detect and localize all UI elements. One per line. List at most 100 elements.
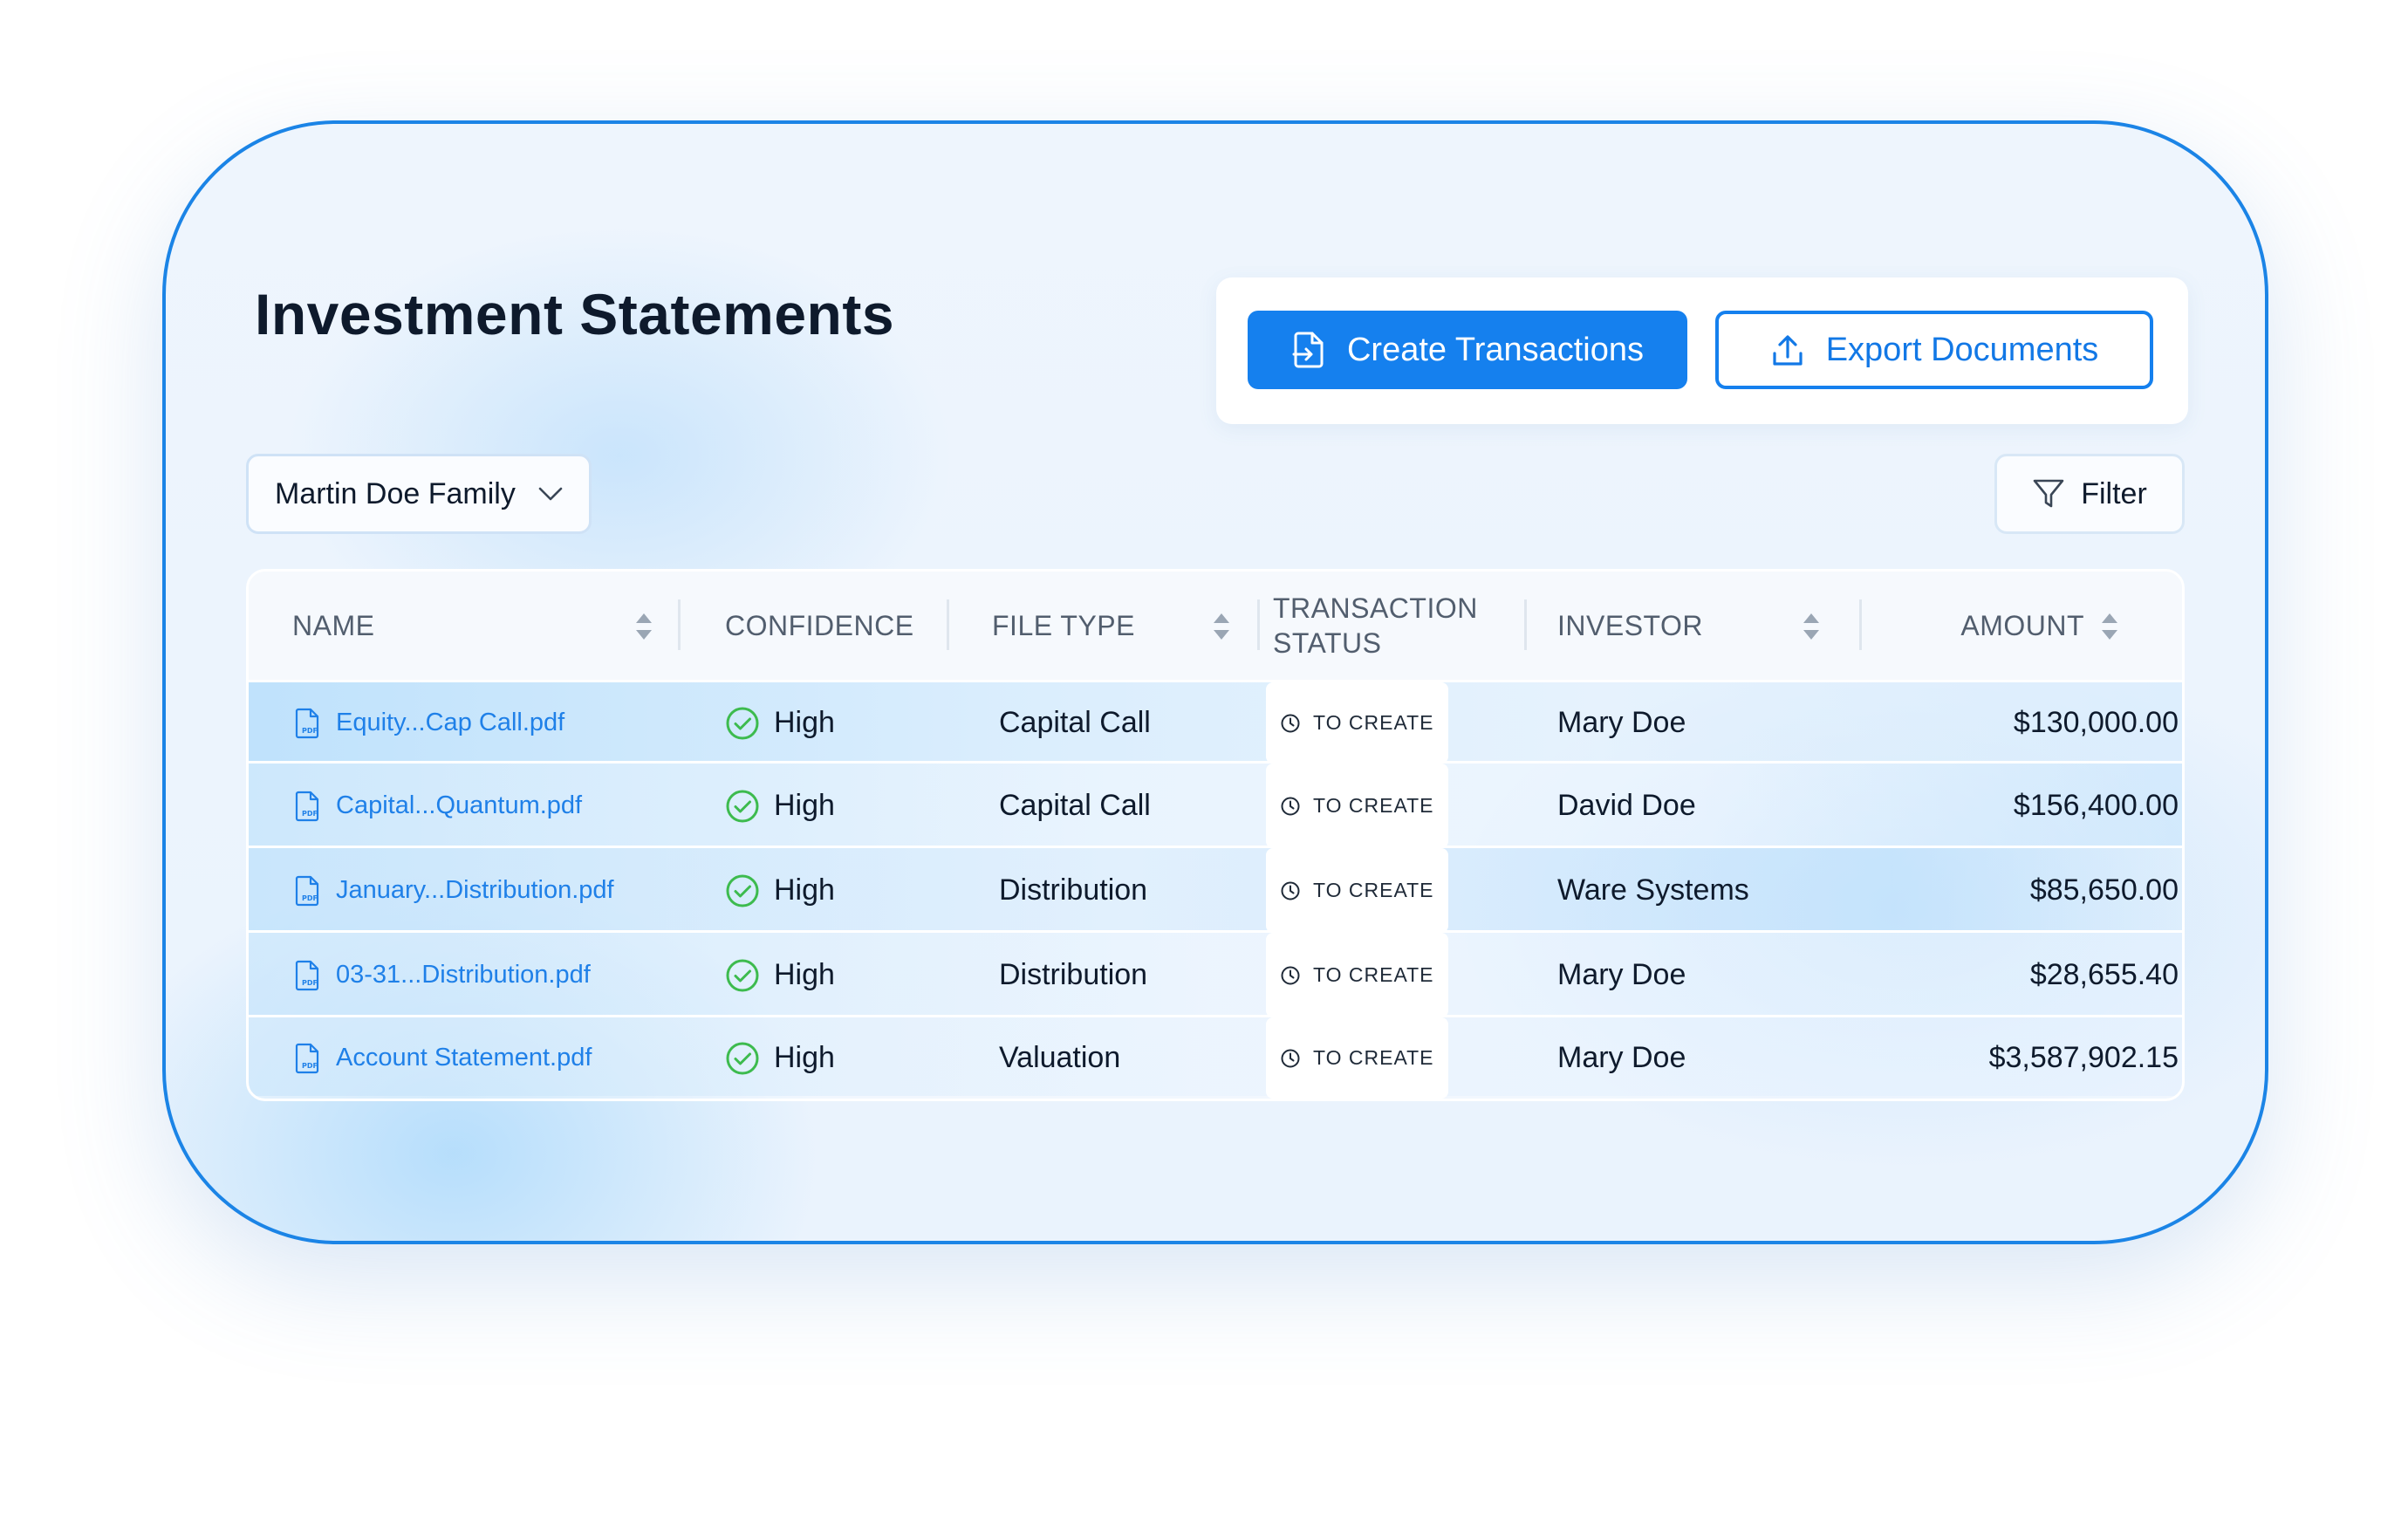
investor-cell: Mary Doe	[1557, 1041, 1686, 1074]
file-type-cell: Valuation	[999, 1041, 1121, 1074]
page-title: Investment Statements	[255, 282, 895, 346]
file-type-cell: Distribution	[999, 873, 1148, 907]
investor-cell: David Doe	[1557, 789, 1696, 822]
status-label: TO CREATE	[1313, 879, 1434, 901]
family-select-value: Martin Doe Family	[275, 476, 516, 510]
svg-text:PDF: PDF	[302, 1062, 318, 1070]
status-label: TO CREATE	[1313, 1046, 1434, 1069]
filter-button[interactable]: Filter	[1994, 454, 2185, 534]
status-badge: TO CREATE	[1266, 933, 1448, 1017]
funnel-icon	[2033, 479, 2064, 508]
svg-text:PDF: PDF	[302, 810, 318, 818]
pdf-file-icon: PDF	[295, 875, 319, 906]
table-row[interactable]: PDF Account Statement.pdf High Valuation…	[249, 1015, 2182, 1099]
table-row[interactable]: PDF Equity...Cap Call.pdf High Capital C…	[249, 680, 2182, 764]
clock-icon	[1281, 1049, 1300, 1067]
status-badge: TO CREATE	[1266, 682, 1448, 764]
confidence-value: High	[774, 1041, 835, 1074]
file-name: Account Statement.pdf	[336, 1044, 592, 1072]
transaction-status-header-label: TRANSACTION STATUS	[1273, 592, 1478, 659]
status-badge: TO CREATE	[1266, 848, 1448, 933]
amount-cell: $3,587,902.15	[1988, 1041, 2179, 1074]
column-divider	[678, 599, 681, 650]
table-row[interactable]: PDF 03-31...Distribution.pdf High Distri…	[249, 930, 2182, 1017]
file-link[interactable]: PDF Equity...Cap Call.pdf	[294, 682, 564, 764]
column-header-file-type[interactable]: FILE TYPE	[992, 572, 1135, 680]
file-transfer-icon	[1292, 332, 1324, 368]
pdf-file-icon: PDF	[295, 791, 319, 821]
amount-cell: $85,650.00	[2029, 873, 2179, 907]
confidence-value: High	[774, 873, 835, 907]
actions-panel: Create Transactions Export Documents	[1216, 277, 2188, 424]
column-header-amount[interactable]: AMOUNT	[1959, 572, 2084, 680]
confidence-value: High	[774, 958, 835, 991]
status-badge: TO CREATE	[1266, 764, 1448, 848]
column-header-transaction-status[interactable]: TRANSACTION STATUS	[1273, 572, 1478, 680]
check-circle-icon	[726, 959, 759, 991]
confidence-value: High	[774, 706, 835, 739]
file-name: January...Distribution.pdf	[336, 876, 614, 904]
pdf-file-icon: PDF	[295, 708, 319, 738]
file-name: 03-31...Distribution.pdf	[336, 961, 591, 989]
clock-icon	[1281, 966, 1300, 984]
column-header-confidence[interactable]: CONFIDENCE	[725, 572, 914, 680]
export-documents-button[interactable]: Export Documents	[1715, 311, 2153, 389]
svg-text:PDF: PDF	[302, 979, 318, 987]
check-circle-icon	[726, 707, 759, 739]
clock-icon	[1281, 714, 1300, 732]
file-name: Equity...Cap Call.pdf	[336, 709, 565, 736]
file-type-cell: Capital Call	[999, 789, 1151, 822]
amount-cell: $156,400.00	[2013, 789, 2179, 822]
amount-cell: $130,000.00	[2013, 706, 2179, 739]
sort-arrows-icon[interactable]	[1802, 612, 1821, 641]
clock-icon	[1281, 881, 1300, 900]
file-type-cell: Capital Call	[999, 706, 1151, 739]
investor-cell: Mary Doe	[1557, 958, 1686, 991]
status-badge: TO CREATE	[1266, 1017, 1448, 1099]
table-header: NAME CONFIDENCE FILE TYPE TRANSACTION ST…	[249, 572, 2182, 680]
export-documents-label: Export Documents	[1825, 331, 2099, 368]
status-label: TO CREATE	[1313, 963, 1434, 986]
sort-arrows-icon[interactable]	[1212, 612, 1231, 641]
file-link[interactable]: PDF January...Distribution.pdf	[294, 848, 614, 933]
check-circle-icon	[726, 874, 759, 907]
column-header-investor[interactable]: INVESTOR	[1557, 572, 1703, 680]
pdf-file-icon: PDF	[295, 1043, 319, 1073]
clock-icon	[1281, 797, 1300, 815]
chevron-down-icon	[538, 487, 563, 501]
svg-text:PDF: PDF	[302, 894, 318, 902]
pdf-file-icon: PDF	[295, 960, 319, 990]
confidence-cell: High	[725, 1017, 835, 1099]
file-link[interactable]: PDF 03-31...Distribution.pdf	[294, 933, 591, 1017]
file-name: Capital...Quantum.pdf	[336, 791, 583, 819]
status-label: TO CREATE	[1313, 711, 1434, 734]
check-circle-icon	[726, 790, 759, 822]
confidence-value: High	[774, 789, 835, 822]
column-divider	[947, 599, 949, 650]
family-select[interactable]: Martin Doe Family	[246, 454, 592, 534]
sort-arrows-icon[interactable]	[2100, 612, 2119, 641]
investor-cell: Mary Doe	[1557, 706, 1686, 739]
create-transactions-button[interactable]: Create Transactions	[1248, 311, 1687, 389]
status-label: TO CREATE	[1313, 794, 1434, 817]
filter-label: Filter	[2081, 476, 2147, 510]
table-row[interactable]: PDF January...Distribution.pdf High Dist…	[249, 846, 2182, 933]
create-transactions-label: Create Transactions	[1346, 331, 1645, 368]
column-header-name[interactable]: NAME	[292, 572, 374, 680]
confidence-cell: High	[725, 933, 835, 1017]
investor-cell: Ware Systems	[1557, 873, 1749, 907]
upload-icon	[1773, 335, 1803, 366]
table-row[interactable]: PDF Capital...Quantum.pdf High Capital C…	[249, 761, 2182, 848]
file-link[interactable]: PDF Account Statement.pdf	[294, 1017, 592, 1099]
sort-arrows-icon[interactable]	[634, 612, 653, 641]
svg-text:PDF: PDF	[302, 727, 318, 735]
column-divider	[1859, 599, 1862, 650]
column-divider	[1257, 599, 1260, 650]
confidence-cell: High	[725, 764, 835, 848]
statements-table: NAME CONFIDENCE FILE TYPE TRANSACTION ST…	[246, 569, 2185, 1101]
file-link[interactable]: PDF Capital...Quantum.pdf	[294, 764, 582, 848]
column-divider	[1524, 599, 1527, 650]
check-circle-icon	[726, 1042, 759, 1074]
file-type-cell: Distribution	[999, 958, 1148, 991]
amount-cell: $28,655.40	[2029, 958, 2179, 991]
